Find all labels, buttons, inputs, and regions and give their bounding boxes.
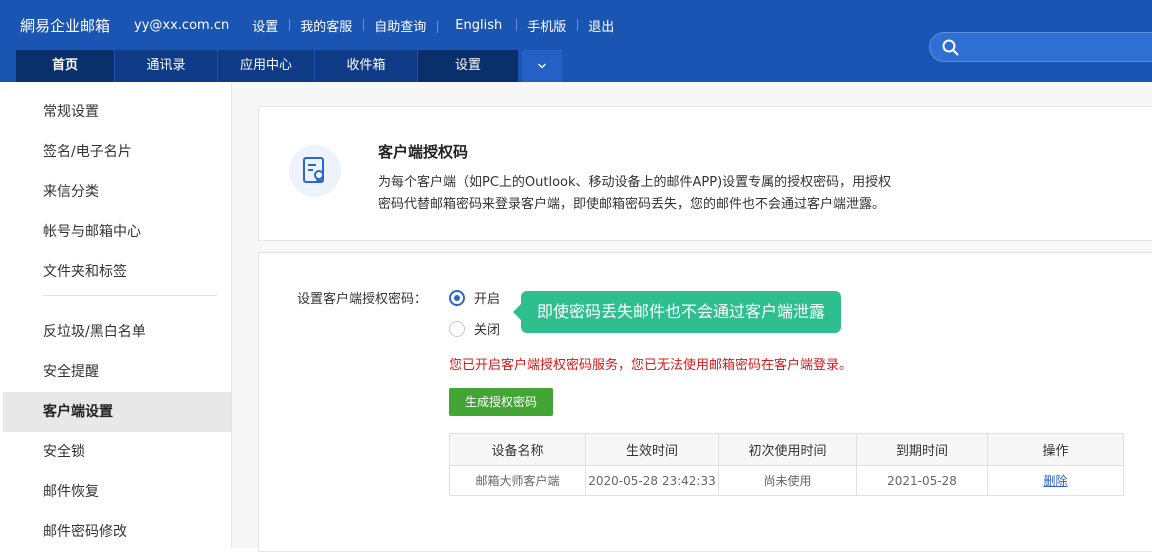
top-bar: 網易企业邮箱 yy@xx.com.cn 设置 我的客服 自助查询 English… <box>0 0 625 50</box>
sidebar-item-client-settings[interactable]: 客户端设置 <box>3 392 231 432</box>
info-tooltip: 即使密码丢失邮件也不会通过客户端泄露 <box>512 291 842 333</box>
sidebar-item-signature[interactable]: 签名/电子名片 <box>3 132 231 172</box>
radio-checked-icon[interactable] <box>449 289 465 306</box>
sidebar-item-password-change[interactable]: 邮件密码修改 <box>3 512 231 552</box>
auth-code-icon <box>289 145 341 197</box>
sidebar-divider <box>43 295 217 296</box>
app-logo[interactable]: 網易企业邮箱 <box>20 15 110 36</box>
search-input[interactable] <box>929 32 1152 62</box>
cell-effective-time: 2020-05-28 23:42:33 <box>585 465 719 496</box>
generate-auth-code-button[interactable]: 生成授权密码 <box>449 388 553 416</box>
table-row: 邮箱大师客户端 2020-05-28 23:42:33 尚未使用 2021-05… <box>449 465 1124 496</box>
col-device-name: 设备名称 <box>449 433 586 466</box>
cell-expiry-time: 2021-05-28 <box>856 465 988 496</box>
info-description: 为每个客户端（如PC上的Outlook、移动设备上的邮件APP)设置专属的授权密… <box>378 172 953 216</box>
main-nav: 首页 通讯录 应用中心 收件箱 设置 <box>16 50 563 82</box>
sidebar-item-security-alert[interactable]: 安全提醒 <box>3 352 231 392</box>
tab-app-center[interactable]: 应用中心 <box>218 50 314 82</box>
link-logout[interactable]: 退出 <box>577 16 625 35</box>
settings-card: 设置客户端授权密码： 开启 关闭 即使密码丢失邮件也不会通过客户端泄露 您已开启… <box>258 252 1152 552</box>
cell-actions: 删除 <box>987 465 1124 496</box>
top-header: 網易企业邮箱 yy@xx.com.cn 设置 我的客服 自助查询 English… <box>0 0 1152 82</box>
tab-settings[interactable]: 设置 <box>418 50 518 82</box>
settings-sidebar: 常规设置 签名/电子名片 来信分类 帐号与邮箱中心 文件夹和标签 反垃圾/黑白名… <box>3 82 232 548</box>
col-effective-time: 生效时间 <box>585 433 719 466</box>
device-table: 设备名称 生效时间 初次使用时间 到期时间 操作 邮箱大师客户端 2020-05… <box>449 433 1124 496</box>
col-actions: 操作 <box>987 433 1124 466</box>
radio-unchecked-icon[interactable] <box>449 320 465 337</box>
cell-device-name: 邮箱大师客户端 <box>449 465 586 496</box>
link-english[interactable]: English <box>437 18 516 33</box>
radio-enable-label: 开启 <box>474 292 501 307</box>
info-title: 客户端授权码 <box>378 143 469 161</box>
table-header-row: 设备名称 生效时间 初次使用时间 到期时间 操作 <box>449 433 1124 466</box>
sidebar-item-general[interactable]: 常规设置 <box>3 92 231 132</box>
cell-first-use-time: 尚未使用 <box>718 465 857 496</box>
radio-disable[interactable]: 关闭 <box>449 319 500 338</box>
radio-disable-label: 关闭 <box>474 323 501 338</box>
tab-home[interactable]: 首页 <box>16 50 114 82</box>
link-settings[interactable]: 设置 <box>241 16 289 35</box>
link-mobile[interactable]: 手机版 <box>516 16 577 35</box>
link-customer-service[interactable]: 我的客服 <box>289 16 363 35</box>
col-first-use-time: 初次使用时间 <box>718 433 857 466</box>
sidebar-item-mail-recovery[interactable]: 邮件恢复 <box>3 472 231 512</box>
radio-enable[interactable]: 开启 <box>449 288 500 307</box>
info-card: 客户端授权码 为每个客户端（如PC上的Outlook、移动设备上的邮件APP)设… <box>258 106 1152 241</box>
sidebar-item-account-center[interactable]: 帐号与邮箱中心 <box>3 212 231 252</box>
search-icon <box>942 39 959 56</box>
info-desc-line-2: 密码代替邮箱密码来登录客户端，即使邮箱密码丢失，您的邮件也不会通过客户端泄露。 <box>378 197 886 212</box>
user-email[interactable]: yy@xx.com.cn <box>134 18 229 33</box>
col-expiry-time: 到期时间 <box>856 433 988 466</box>
sidebar-item-antispam[interactable]: 反垃圾/黑白名单 <box>3 312 231 352</box>
tab-inbox[interactable]: 收件箱 <box>315 50 417 82</box>
sidebar-item-mail-filter[interactable]: 来信分类 <box>3 172 231 212</box>
warning-message: 您已开启客户端授权密码服务，您已无法使用邮箱密码在客户端登录。 <box>449 358 853 373</box>
auth-code-setting-label: 设置客户端授权密码： <box>297 292 428 307</box>
sidebar-item-security-lock[interactable]: 安全锁 <box>3 432 231 472</box>
chevron-down-icon <box>538 63 546 69</box>
main-content: 客户端授权码 为每个客户端（如PC上的Outlook、移动设备上的邮件APP)设… <box>232 82 1152 552</box>
delete-link[interactable]: 删除 <box>1043 474 1067 488</box>
tab-more-button[interactable] <box>522 50 562 82</box>
sidebar-item-folders-tags[interactable]: 文件夹和标签 <box>3 252 231 292</box>
link-self-service[interactable]: 自助查询 <box>363 16 437 35</box>
tab-contacts[interactable]: 通讯录 <box>115 50 217 82</box>
info-desc-line-1: 为每个客户端（如PC上的Outlook、移动设备上的邮件APP)设置专属的授权密… <box>378 175 892 190</box>
